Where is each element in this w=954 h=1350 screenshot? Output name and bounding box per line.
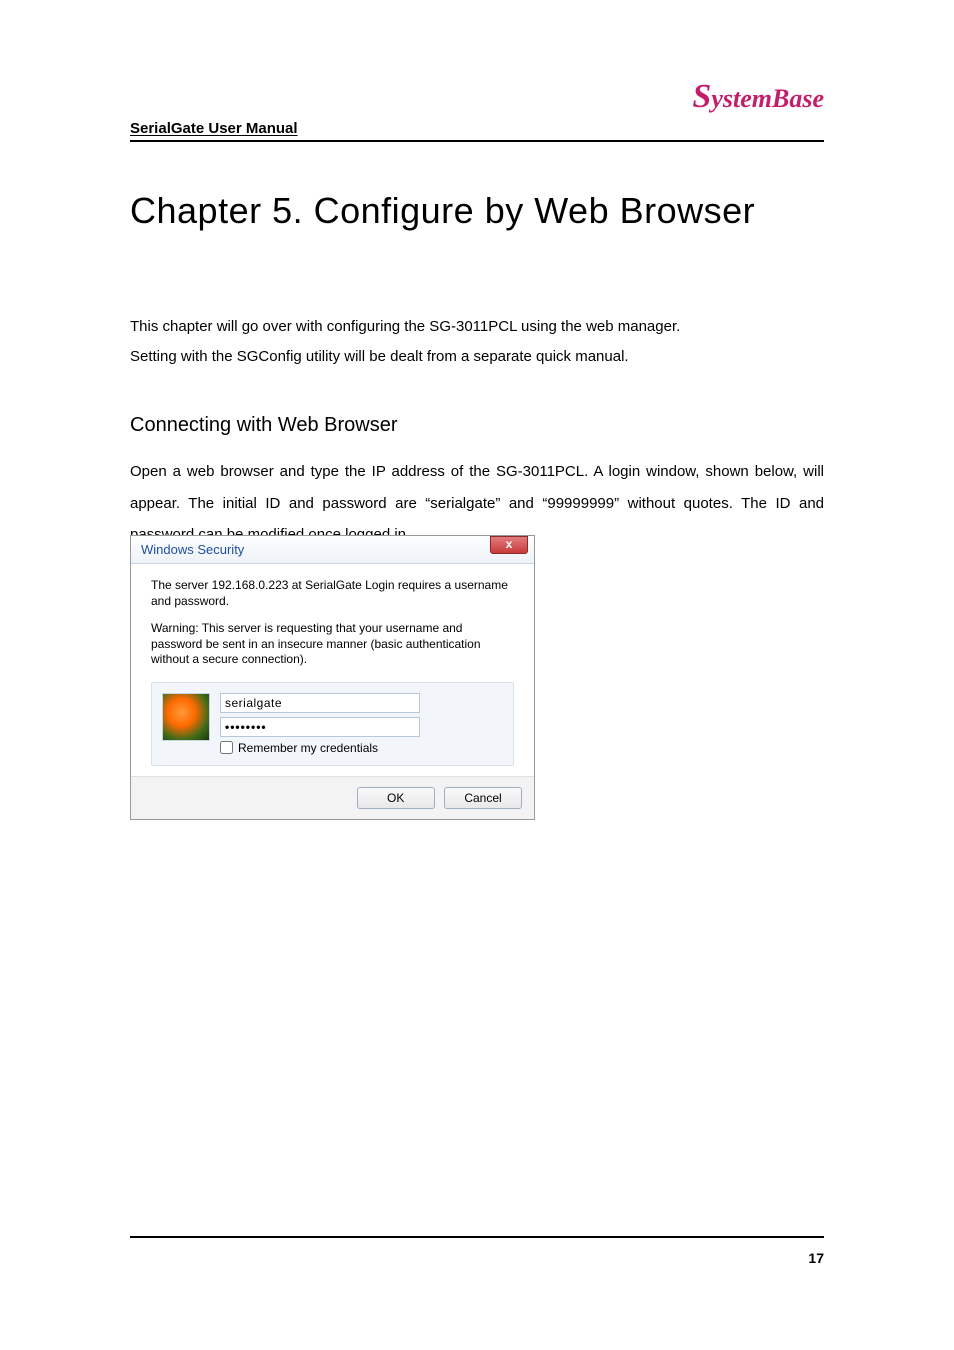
header-rule	[130, 140, 824, 142]
section-title: Connecting with Web Browser	[130, 414, 398, 437]
brand-logo: SystemBase	[692, 78, 824, 116]
intro-paragraph-2: Setting with the SGConfig utility will b…	[130, 348, 629, 365]
intro-paragraph-1: This chapter will go over with configuri…	[130, 318, 680, 335]
remember-label: Remember my credentials	[238, 741, 378, 755]
dialog-message-1: The server 192.168.0.223 at SerialGate L…	[151, 578, 514, 609]
dialog-body: The server 192.168.0.223 at SerialGate L…	[131, 564, 534, 776]
brand-logo-initial: S	[692, 78, 711, 115]
dialog-title: Windows Security	[141, 542, 244, 557]
windows-security-dialog: Windows Security x The server 192.168.0.…	[130, 535, 535, 820]
credentials-block: Remember my credentials	[151, 682, 514, 766]
page-number: 17	[808, 1250, 824, 1266]
document-header: SerialGate User Manual	[130, 120, 298, 137]
remember-checkbox[interactable]	[220, 741, 233, 754]
dialog-message-2: Warning: This server is requesting that …	[151, 621, 514, 668]
remember-credentials[interactable]: Remember my credentials	[220, 741, 503, 755]
username-input[interactable]	[220, 693, 420, 713]
footer-rule	[130, 1236, 824, 1238]
chapter-title: Chapter 5. Configure by Web Browser	[130, 190, 755, 232]
close-icon[interactable]: x	[490, 536, 528, 554]
brand-logo-rest: ystemBase	[711, 84, 824, 113]
password-input[interactable]	[220, 717, 420, 737]
dialog-titlebar: Windows Security x	[131, 536, 534, 564]
cancel-button[interactable]: Cancel	[444, 787, 522, 809]
dialog-footer: OK Cancel	[131, 776, 534, 819]
ok-button[interactable]: OK	[357, 787, 435, 809]
credential-fields: Remember my credentials	[220, 693, 503, 755]
user-avatar-icon	[162, 693, 210, 741]
